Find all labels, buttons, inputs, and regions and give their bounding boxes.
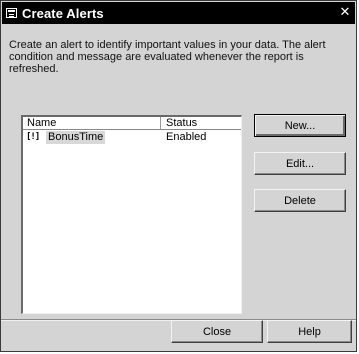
column-header-status[interactable]: Status bbox=[166, 117, 197, 129]
edit-button[interactable]: Edit... bbox=[254, 152, 346, 175]
column-divider[interactable] bbox=[160, 117, 161, 129]
alert-name[interactable]: BonusTime bbox=[46, 131, 106, 144]
delete-button[interactable]: Delete bbox=[254, 189, 346, 212]
alerts-list[interactable]: Name Status [!] BonusTime Enabled bbox=[21, 115, 242, 314]
alerts-list-header: Name Status bbox=[23, 117, 241, 130]
new-button[interactable]: New... bbox=[254, 114, 346, 137]
dialog-title: Create Alerts bbox=[22, 5, 104, 21]
close-button[interactable]: Close bbox=[171, 320, 263, 343]
close-icon[interactable]: ✕ bbox=[338, 5, 352, 19]
alert-row[interactable]: [!] BonusTime Enabled bbox=[23, 131, 241, 145]
title-bar: Create Alerts ✕ bbox=[2, 2, 355, 24]
create-alerts-dialog: Create Alerts ✕ Create an alert to ident… bbox=[0, 0, 357, 352]
dialog-app-icon bbox=[6, 8, 17, 18]
dialog-description: Create an alert to identify important va… bbox=[9, 39, 326, 75]
alert-status: Enabled bbox=[166, 131, 207, 143]
alert-icon: [!] bbox=[26, 132, 40, 142]
column-header-name[interactable]: Name bbox=[27, 117, 56, 129]
help-button[interactable]: Help bbox=[267, 320, 352, 343]
